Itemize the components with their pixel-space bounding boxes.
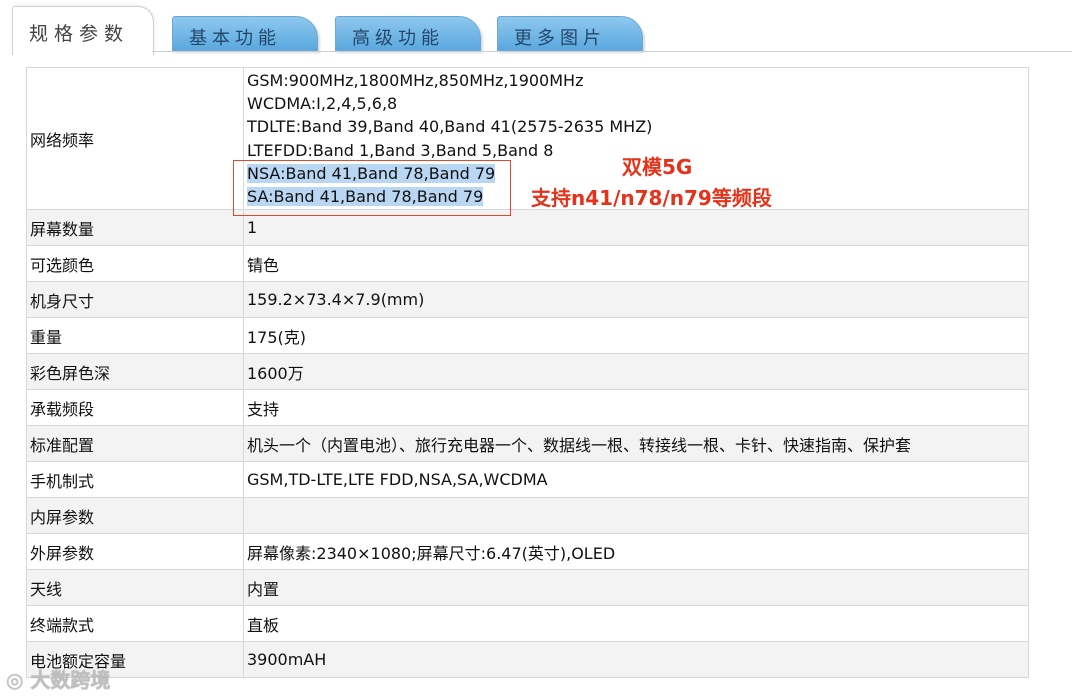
table-row: 外屏参数 屏幕像素:2340×1080;屏幕尺寸:6.47(英寸),OLED [26, 533, 1029, 570]
table-row: 手机制式 GSM,TD-LTE,LTE FDD,NSA,SA,WCDMA [26, 461, 1029, 498]
row-value: 支持 [243, 389, 1029, 426]
table-row: 标准配置 机头一个（内置电池）、旅行充电器一个、数据线一根、转接线一根、卡针、快速… [26, 425, 1029, 462]
row-value: 机头一个（内置电池）、旅行充电器一个、数据线一根、转接线一根、卡针、快速指南、保… [243, 425, 1029, 462]
band-line: TDLTE:Band 39,Band 40,Band 41(2575-2635 … [247, 117, 653, 137]
row-value: 1600万 [243, 353, 1029, 390]
row-value: 直板 [243, 605, 1029, 642]
watermark-logo: ◎ 大数跨境 [6, 664, 110, 693]
spec-table: 网络频率 GSM:900MHz,1800MHz,850MHz,1900MHz W… [26, 67, 1029, 678]
table-row: 机身尺寸 159.2×73.4×7.9(mm) [26, 281, 1029, 318]
table-row: 内屏参数 [26, 497, 1029, 534]
row-label: 彩色屏色深 [26, 353, 244, 390]
tab-specs-label: 规格参数 [29, 23, 130, 45]
tab-divider [152, 51, 1072, 52]
row-value: 锖色 [243, 245, 1029, 282]
row-value: 内置 [243, 569, 1029, 606]
table-row: 电池额定容量 3900mAH [26, 641, 1029, 678]
row-label: 机身尺寸 [26, 281, 244, 318]
table-row: 网络频率 GSM:900MHz,1800MHz,850MHz,1900MHz W… [26, 67, 1029, 210]
row-label: 屏幕数量 [26, 209, 244, 246]
row-label: 外屏参数 [26, 533, 244, 570]
row-value: 159.2×73.4×7.9(mm) [243, 281, 1029, 318]
table-row: 彩色屏色深 1600万 [26, 353, 1029, 390]
annotation-dual-mode: 双模5G [622, 155, 693, 179]
row-label: 手机制式 [26, 461, 244, 498]
row-value [243, 497, 1029, 534]
tab-advanced-features[interactable]: 高级功能 [335, 16, 481, 51]
annotation-bands: 支持n41/n78/n79等频段 [531, 186, 772, 210]
row-label: 内屏参数 [26, 497, 244, 534]
tab-basic-features[interactable]: 基本功能 [172, 16, 318, 51]
tab-advanced-features-label: 高级功能 [352, 28, 444, 49]
tab-basic-features-label: 基本功能 [189, 28, 281, 49]
row-label: 终端款式 [26, 605, 244, 642]
table-row: 重量 175(克) [26, 317, 1029, 354]
row-label: 承载频段 [26, 389, 244, 426]
tab-bar: 规格参数 基本功能 高级功能 更多图片 [0, 0, 1080, 55]
row-value: 屏幕像素:2340×1080;屏幕尺寸:6.47(英寸),OLED [243, 533, 1029, 570]
band-line: GSM:900MHz,1800MHz,850MHz,1900MHz [247, 70, 584, 90]
row-value: 175(克) [243, 317, 1029, 354]
row-label: 网络频率 [26, 67, 244, 210]
tab-more-images[interactable]: 更多图片 [497, 16, 643, 51]
row-value: GSM,TD-LTE,LTE FDD,NSA,SA,WCDMA [243, 461, 1029, 498]
table-row: 终端款式 直板 [26, 605, 1029, 642]
table-row: 屏幕数量 1 [26, 209, 1029, 246]
highlight-box [233, 160, 511, 216]
row-label: 可选颜色 [26, 245, 244, 282]
row-value: 3900mAH [243, 641, 1029, 678]
band-line: WCDMA:I,2,4,5,6,8 [247, 93, 398, 113]
watermark-icon: ◎ [6, 668, 24, 692]
row-label: 标准配置 [26, 425, 244, 462]
watermark-text: 大数跨境 [30, 668, 111, 692]
tab-specs[interactable]: 规格参数 [12, 6, 154, 55]
row-label: 重量 [26, 317, 244, 354]
row-label: 天线 [26, 569, 244, 606]
table-row: 天线 内置 [26, 569, 1029, 606]
table-row: 可选颜色 锖色 [26, 245, 1029, 282]
tab-more-images-label: 更多图片 [514, 28, 606, 49]
table-row: 承载频段 支持 [26, 389, 1029, 426]
